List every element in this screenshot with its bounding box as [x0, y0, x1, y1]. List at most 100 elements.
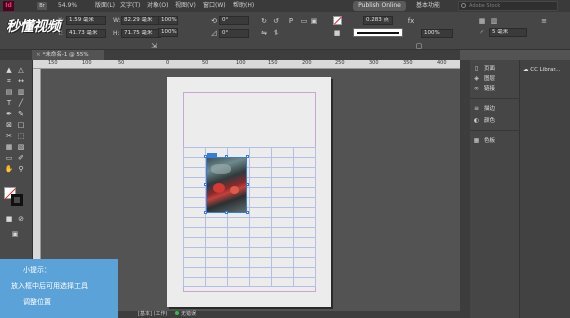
- panel-menu-icon[interactable]: ≡: [540, 17, 548, 25]
- scale-x-field[interactable]: 100%: [158, 28, 178, 37]
- panel-links[interactable]: ∞ 链接: [470, 84, 520, 94]
- page-tool-icon[interactable]: ⌗: [4, 77, 14, 86]
- w-label: W:: [113, 17, 121, 24]
- resize-handle[interactable]: [246, 211, 249, 214]
- x-field[interactable]: 1.59 毫米: [66, 16, 106, 25]
- menu-window[interactable]: 窗口(W): [203, 0, 226, 12]
- workspace-switcher[interactable]: 基本功能: [416, 0, 440, 12]
- ruler-label: 0: [166, 60, 170, 66]
- resize-handle[interactable]: [204, 211, 207, 214]
- color-icon: ◐: [473, 117, 480, 124]
- corner-shape-icon[interactable]: ◜: [478, 29, 486, 37]
- select-container-icon[interactable]: ▭: [300, 17, 308, 25]
- ruler-label: 150: [268, 60, 278, 66]
- resize-handle[interactable]: [204, 155, 207, 158]
- stroke-swatch-icon[interactable]: ■: [333, 29, 341, 37]
- content-placer-icon[interactable]: ▥: [16, 88, 26, 97]
- menu-file[interactable]: 版面(L): [95, 0, 115, 12]
- panel-layers[interactable]: ◈ 图层: [470, 74, 520, 84]
- indesign-window: Id Br 54.9% 版面(L) 文字(T) 对象(O) 视图(V) 窗口(W…: [0, 0, 570, 318]
- search-input[interactable]: Adobe Stock: [458, 1, 558, 11]
- document-tab[interactable]: × *未命名-1 @ 55%: [32, 50, 104, 60]
- panel-color[interactable]: ◐ 颜色: [470, 116, 520, 126]
- zoom-level[interactable]: 54.9%: [58, 0, 77, 12]
- status-bar: [基本] (工作) 无错误: [118, 311, 460, 318]
- document-page[interactable]: [167, 77, 331, 307]
- panel-cc-libraries[interactable]: ☁ CC Librar...: [523, 65, 560, 75]
- layers-icon: ◈: [474, 75, 479, 82]
- gap-tool-icon[interactable]: ↔: [16, 77, 26, 86]
- horizontal-ruler[interactable]: 150 100 50 0 50 100 150 200 250 300 350 …: [0, 60, 460, 69]
- placed-image-frame[interactable]: [206, 157, 247, 213]
- apply-none-icon[interactable]: ⊘: [16, 215, 26, 224]
- shear-field[interactable]: 0°: [219, 29, 249, 38]
- screen-mode-icon[interactable]: ▣: [10, 230, 20, 239]
- tip-line-2: 放入框中后可用选择工具: [11, 282, 88, 290]
- stroke-weight-field[interactable]: 0.283 点: [363, 16, 393, 25]
- menu-edit[interactable]: 文字(T): [120, 0, 140, 12]
- pen-tool-icon[interactable]: ✒: [4, 110, 14, 119]
- flip-v-icon[interactable]: ⥮: [272, 29, 280, 37]
- line-tool-icon[interactable]: ╱: [16, 99, 26, 108]
- text-wrap-icon[interactable]: ▦: [478, 17, 486, 25]
- preflight-status-label[interactable]: 无错误: [181, 311, 196, 318]
- fill-swatch[interactable]: [333, 16, 342, 25]
- corner-size-field[interactable]: 5 毫米: [489, 28, 527, 37]
- resize-handle[interactable]: [204, 183, 207, 186]
- scale-icon: ⇲: [151, 42, 157, 50]
- publish-online-button[interactable]: Publish Online: [353, 1, 406, 11]
- shadow-icon[interactable]: ▢: [415, 42, 423, 50]
- apply-color-icon[interactable]: ■: [4, 215, 14, 224]
- w-field[interactable]: 82.29 毫米: [121, 16, 161, 25]
- content-collector-icon[interactable]: ▤: [4, 88, 14, 97]
- panel-swatches[interactable]: ▦ 色板: [470, 136, 520, 146]
- flip-h-icon[interactable]: ⇋: [260, 29, 268, 37]
- pencil-tool-icon[interactable]: ✎: [16, 110, 26, 119]
- panel-stroke[interactable]: ≡ 描边: [470, 104, 520, 114]
- stroke-type[interactable]: [353, 28, 403, 37]
- rotate-cw-icon[interactable]: ↻: [260, 17, 268, 25]
- scale-y-field[interactable]: 100%: [158, 16, 178, 25]
- gradient-feather-icon[interactable]: ▧: [16, 143, 26, 152]
- rotate-ccw-icon[interactable]: ↺: [272, 17, 280, 25]
- h-field[interactable]: 71.75 毫米: [121, 29, 161, 38]
- opacity-field[interactable]: 100%: [421, 29, 453, 38]
- resize-handle[interactable]: [225, 211, 228, 214]
- panel-dock-strip[interactable]: [460, 60, 470, 318]
- resize-handle[interactable]: [246, 183, 249, 186]
- scissors-tool-icon[interactable]: ✂: [4, 132, 14, 141]
- stroke-icon: ≡: [473, 105, 480, 112]
- text-frame-icon[interactable]: P: [287, 17, 295, 25]
- menu-help[interactable]: 帮助(H): [233, 0, 254, 12]
- bridge-icon[interactable]: Br: [37, 2, 47, 10]
- watermark-logo: 秒懂视频: [6, 19, 61, 35]
- eyedropper-tool-icon[interactable]: ✐: [16, 154, 26, 163]
- select-content-icon[interactable]: ▣: [310, 17, 318, 25]
- rotate-field[interactable]: 0°: [219, 16, 249, 25]
- note-tool-icon[interactable]: ▭: [4, 154, 14, 163]
- zoom-tool-icon[interactable]: ⚲: [16, 165, 26, 174]
- type-tool-icon[interactable]: T: [4, 99, 14, 108]
- table-grid[interactable]: [183, 147, 316, 287]
- close-icon[interactable]: ×: [36, 52, 41, 58]
- hand-tool-icon[interactable]: ✋: [4, 165, 14, 174]
- h-label: H:: [113, 30, 120, 37]
- gradient-tool-icon[interactable]: ▦: [4, 143, 14, 152]
- ruler-label: 50: [118, 60, 125, 66]
- free-transform-tool-icon[interactable]: ⬚: [16, 132, 26, 141]
- menu-table[interactable]: 视图(V): [175, 0, 196, 12]
- y-field[interactable]: 41.73 毫米: [66, 29, 106, 38]
- resize-handle[interactable]: [246, 155, 249, 158]
- page-style-label[interactable]: [基本] (工作): [138, 311, 167, 318]
- panel-pages[interactable]: ▯ 页面: [470, 64, 520, 74]
- selection-tool-icon[interactable]: ▲: [4, 66, 14, 75]
- rectangle-tool-icon[interactable]: □: [16, 121, 26, 130]
- align-icon[interactable]: ▥: [490, 17, 498, 25]
- effects-icon[interactable]: fx: [407, 17, 415, 25]
- rectangle-frame-tool-icon[interactable]: ⊠: [4, 121, 14, 130]
- direct-selection-tool-icon[interactable]: △: [16, 66, 26, 75]
- stroke-color-swatch[interactable]: [11, 194, 23, 206]
- resize-handle[interactable]: [225, 155, 228, 158]
- ruler-label: 50: [202, 60, 209, 66]
- menu-layout[interactable]: 对象(O): [147, 0, 168, 12]
